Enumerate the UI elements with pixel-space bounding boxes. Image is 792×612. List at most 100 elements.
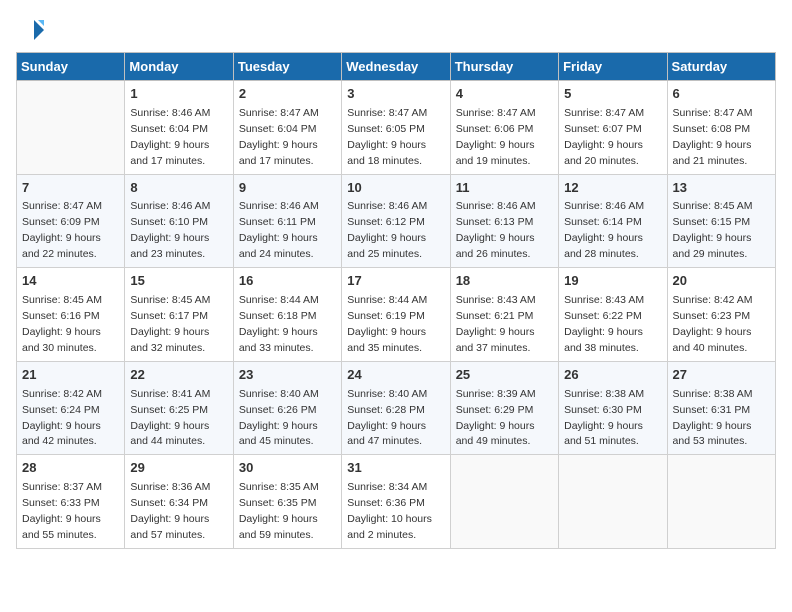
day-detail: Sunrise: 8:44 AMSunset: 6:18 PMDaylight:… xyxy=(239,294,319,354)
day-number: 28 xyxy=(22,459,119,478)
day-detail: Sunrise: 8:47 AMSunset: 6:07 PMDaylight:… xyxy=(564,107,644,167)
day-detail: Sunrise: 8:46 AMSunset: 6:13 PMDaylight:… xyxy=(456,200,536,260)
calendar-cell: 1Sunrise: 8:46 AMSunset: 6:04 PMDaylight… xyxy=(125,81,233,175)
day-number: 7 xyxy=(22,179,119,198)
day-number: 29 xyxy=(130,459,227,478)
calendar-cell: 21Sunrise: 8:42 AMSunset: 6:24 PMDayligh… xyxy=(17,361,125,455)
calendar-cell: 19Sunrise: 8:43 AMSunset: 6:22 PMDayligh… xyxy=(559,268,667,362)
calendar-cell: 30 Sunrise: 8:35 AMSunset: 6:35 PMDayligh… xyxy=(233,455,341,549)
day-detail: Sunrise: 8:46 AMSunset: 6:10 PMDaylight:… xyxy=(130,200,210,260)
day-detail: Sunrise: 8:47 AMSunset: 6:09 PMDaylight:… xyxy=(22,200,102,260)
day-detail: Sunrise: 8:35 AMSunset: 6:35 PMDaylight:… xyxy=(239,481,319,541)
day-number: 23 xyxy=(239,366,336,385)
calendar-cell: 27 Sunrise: 8:38 AMSunset: 6:31 PMDayligh… xyxy=(667,361,775,455)
calendar-cell: 16 Sunrise: 8:44 AMSunset: 6:18 PMDayligh… xyxy=(233,268,341,362)
day-number: 30 xyxy=(239,459,336,478)
calendar-table: SundayMondayTuesdayWednesdayThursdayFrid… xyxy=(16,52,776,549)
day-number: 12 xyxy=(564,179,661,198)
calendar-cell: 26 Sunrise: 8:38 AMSunset: 6:30 PMDayligh… xyxy=(559,361,667,455)
day-detail: Sunrise: 8:41 AMSunset: 6:25 PMDaylight:… xyxy=(130,388,210,448)
logo xyxy=(16,16,48,44)
day-detail: Sunrise: 8:47 AMSunset: 6:05 PMDaylight:… xyxy=(347,107,427,167)
calendar-cell: 3Sunrise: 8:47 AMSunset: 6:05 PMDaylight… xyxy=(342,81,450,175)
calendar-cell: 4Sunrise: 8:47 AMSunset: 6:06 PMDaylight… xyxy=(450,81,558,175)
day-number: 18 xyxy=(456,272,553,291)
logo-icon xyxy=(16,16,44,44)
calendar-cell: 20 Sunrise: 8:42 AMSunset: 6:23 PMDayligh… xyxy=(667,268,775,362)
day-number: 6 xyxy=(673,85,770,104)
day-detail: Sunrise: 8:37 AMSunset: 6:33 PMDaylight:… xyxy=(22,481,102,541)
day-detail: Sunrise: 8:39 AMSunset: 6:29 PMDaylight:… xyxy=(456,388,536,448)
day-number: 9 xyxy=(239,179,336,198)
day-number: 19 xyxy=(564,272,661,291)
day-number: 14 xyxy=(22,272,119,291)
day-detail: Sunrise: 8:45 AMSunset: 6:17 PMDaylight:… xyxy=(130,294,210,354)
day-number: 24 xyxy=(347,366,444,385)
calendar-cell: 24 Sunrise: 8:40 AMSunset: 6:28 PMDayligh… xyxy=(342,361,450,455)
col-header-thursday: Thursday xyxy=(450,53,558,81)
day-number: 21 xyxy=(22,366,119,385)
day-number: 25 xyxy=(456,366,553,385)
day-detail: Sunrise: 8:43 AMSunset: 6:21 PMDaylight:… xyxy=(456,294,536,354)
day-number: 2 xyxy=(239,85,336,104)
calendar-cell: 15 Sunrise: 8:45 AMSunset: 6:17 PMDayligh… xyxy=(125,268,233,362)
col-header-monday: Monday xyxy=(125,53,233,81)
calendar-cell: 22 Sunrise: 8:41 AMSunset: 6:25 PMDayligh… xyxy=(125,361,233,455)
col-header-saturday: Saturday xyxy=(667,53,775,81)
calendar-cell xyxy=(17,81,125,175)
day-detail: Sunrise: 8:46 AMSunset: 6:12 PMDaylight:… xyxy=(347,200,427,260)
calendar-cell: 13 Sunrise: 8:45 AMSunset: 6:15 PMDayligh… xyxy=(667,174,775,268)
day-detail: Sunrise: 8:47 AMSunset: 6:08 PMDaylight:… xyxy=(673,107,753,167)
day-detail: Sunrise: 8:46 AMSunset: 6:14 PMDaylight:… xyxy=(564,200,644,260)
page-header xyxy=(16,16,776,44)
day-number: 11 xyxy=(456,179,553,198)
day-detail: Sunrise: 8:45 AMSunset: 6:16 PMDaylight:… xyxy=(22,294,102,354)
day-number: 20 xyxy=(673,272,770,291)
col-header-sunday: Sunday xyxy=(17,53,125,81)
day-number: 8 xyxy=(130,179,227,198)
day-number: 15 xyxy=(130,272,227,291)
day-detail: Sunrise: 8:40 AMSunset: 6:28 PMDaylight:… xyxy=(347,388,427,448)
calendar-cell: 6 Sunrise: 8:47 AMSunset: 6:08 PMDaylight… xyxy=(667,81,775,175)
calendar-cell: 8 Sunrise: 8:46 AMSunset: 6:10 PMDaylight… xyxy=(125,174,233,268)
calendar-cell: 2 Sunrise: 8:47 AMSunset: 6:04 PMDaylight… xyxy=(233,81,341,175)
calendar-cell: 17 Sunrise: 8:44 AMSunset: 6:19 PMDayligh… xyxy=(342,268,450,362)
calendar-cell: 23 Sunrise: 8:40 AMSunset: 6:26 PMDayligh… xyxy=(233,361,341,455)
day-detail: Sunrise: 8:38 AMSunset: 6:31 PMDaylight:… xyxy=(673,388,753,448)
day-number: 22 xyxy=(130,366,227,385)
calendar-cell xyxy=(559,455,667,549)
col-header-tuesday: Tuesday xyxy=(233,53,341,81)
day-detail: Sunrise: 8:36 AMSunset: 6:34 PMDaylight:… xyxy=(130,481,210,541)
day-detail: Sunrise: 8:34 AMSunset: 6:36 PMDaylight:… xyxy=(347,481,432,541)
calendar-cell: 5 Sunrise: 8:47 AMSunset: 6:07 PMDaylight… xyxy=(559,81,667,175)
day-number: 10 xyxy=(347,179,444,198)
day-detail: Sunrise: 8:46 AMSunset: 6:04 PMDaylight:… xyxy=(130,107,210,167)
col-header-wednesday: Wednesday xyxy=(342,53,450,81)
col-header-friday: Friday xyxy=(559,53,667,81)
day-detail: Sunrise: 8:42 AMSunset: 6:23 PMDaylight:… xyxy=(673,294,753,354)
calendar-cell: 18 Sunrise: 8:43 AMSunset: 6:21 PMDayligh… xyxy=(450,268,558,362)
day-number: 31 xyxy=(347,459,444,478)
day-number: 27 xyxy=(673,366,770,385)
day-detail: Sunrise: 8:47 AMSunset: 6:06 PMDaylight:… xyxy=(456,107,536,167)
calendar-cell: 29 Sunrise: 8:36 AMSunset: 6:34 PMDayligh… xyxy=(125,455,233,549)
day-number: 13 xyxy=(673,179,770,198)
day-detail: Sunrise: 8:40 AMSunset: 6:26 PMDaylight:… xyxy=(239,388,319,448)
calendar-cell: 25 Sunrise: 8:39 AMSunset: 6:29 PMDayligh… xyxy=(450,361,558,455)
calendar-cell: 12 Sunrise: 8:46 AMSunset: 6:14 PMDayligh… xyxy=(559,174,667,268)
day-number: 17 xyxy=(347,272,444,291)
calendar-cell xyxy=(667,455,775,549)
calendar-cell: 31 Sunrise: 8:34 AMSunset: 6:36 PMDayligh… xyxy=(342,455,450,549)
day-detail: Sunrise: 8:47 AMSunset: 6:04 PMDaylight:… xyxy=(239,107,319,167)
calendar-cell: 9 Sunrise: 8:46 AMSunset: 6:11 PMDaylight… xyxy=(233,174,341,268)
calendar-cell xyxy=(450,455,558,549)
day-detail: Sunrise: 8:46 AMSunset: 6:11 PMDaylight:… xyxy=(239,200,319,260)
calendar-cell: 10 Sunrise: 8:46 AMSunset: 6:12 PMDayligh… xyxy=(342,174,450,268)
day-number: 26 xyxy=(564,366,661,385)
day-number: 16 xyxy=(239,272,336,291)
day-detail: Sunrise: 8:44 AMSunset: 6:19 PMDaylight:… xyxy=(347,294,427,354)
day-detail: Sunrise: 8:38 AMSunset: 6:30 PMDaylight:… xyxy=(564,388,644,448)
calendar-cell: 28 Sunrise: 8:37 AMSunset: 6:33 PMDayligh… xyxy=(17,455,125,549)
day-number: 5 xyxy=(564,85,661,104)
day-detail: Sunrise: 8:45 AMSunset: 6:15 PMDaylight:… xyxy=(673,200,753,260)
